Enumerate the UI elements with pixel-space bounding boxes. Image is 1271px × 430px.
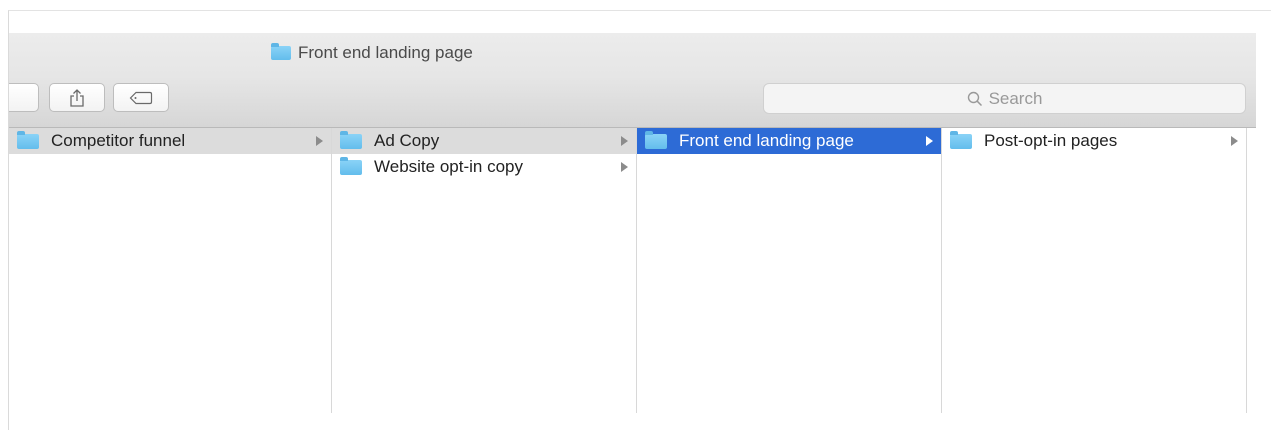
folder-label: Post-opt-in pages bbox=[984, 131, 1118, 150]
title-bar: Front end landing page bbox=[9, 33, 1256, 76]
column-browser: Competitor funnel Ad Copy Website opt-in… bbox=[9, 128, 1256, 430]
search-icon bbox=[967, 91, 982, 106]
column-1[interactable]: Competitor funnel bbox=[9, 128, 332, 413]
list-item[interactable]: Website opt-in copy bbox=[332, 154, 636, 180]
window-title: Front end landing page bbox=[271, 43, 473, 63]
folder-icon bbox=[340, 156, 362, 175]
folder-label: Ad Copy bbox=[374, 131, 440, 150]
folder-icon bbox=[950, 130, 972, 149]
share-button[interactable] bbox=[49, 83, 105, 112]
disclosure-arrow-icon bbox=[926, 136, 933, 146]
folder-icon bbox=[340, 130, 362, 149]
disclosure-arrow-icon bbox=[621, 136, 628, 146]
share-icon bbox=[70, 88, 84, 107]
disclosure-arrow-icon bbox=[316, 136, 323, 146]
column-3[interactable]: Front end landing page bbox=[637, 128, 942, 413]
list-item[interactable]: Competitor funnel bbox=[9, 128, 331, 154]
list-item[interactable]: Front end landing page bbox=[637, 128, 941, 154]
folder-label: Front end landing page bbox=[679, 131, 854, 150]
list-item[interactable]: Post-opt-in pages bbox=[942, 128, 1246, 154]
folder-label: Website opt-in copy bbox=[374, 157, 523, 176]
tag-icon bbox=[129, 91, 153, 104]
column-4[interactable]: Post-opt-in pages bbox=[942, 128, 1247, 413]
disclosure-arrow-icon bbox=[1231, 136, 1238, 146]
toolbar: Search bbox=[9, 76, 1256, 128]
list-item[interactable]: Ad Copy bbox=[332, 128, 636, 154]
folder-icon bbox=[271, 43, 291, 60]
search-field[interactable]: Search bbox=[763, 83, 1246, 114]
search-placeholder: Search bbox=[988, 88, 1043, 108]
finder-window: Front end landing page Search Competitor… bbox=[8, 10, 1271, 430]
window-title-label: Front end landing page bbox=[298, 43, 473, 62]
action-button[interactable] bbox=[9, 83, 39, 112]
folder-label: Competitor funnel bbox=[51, 131, 186, 150]
disclosure-arrow-icon bbox=[621, 162, 628, 172]
column-2[interactable]: Ad Copy Website opt-in copy bbox=[332, 128, 637, 413]
folder-icon bbox=[645, 130, 667, 149]
folder-icon bbox=[17, 130, 39, 149]
tag-button[interactable] bbox=[113, 83, 169, 112]
